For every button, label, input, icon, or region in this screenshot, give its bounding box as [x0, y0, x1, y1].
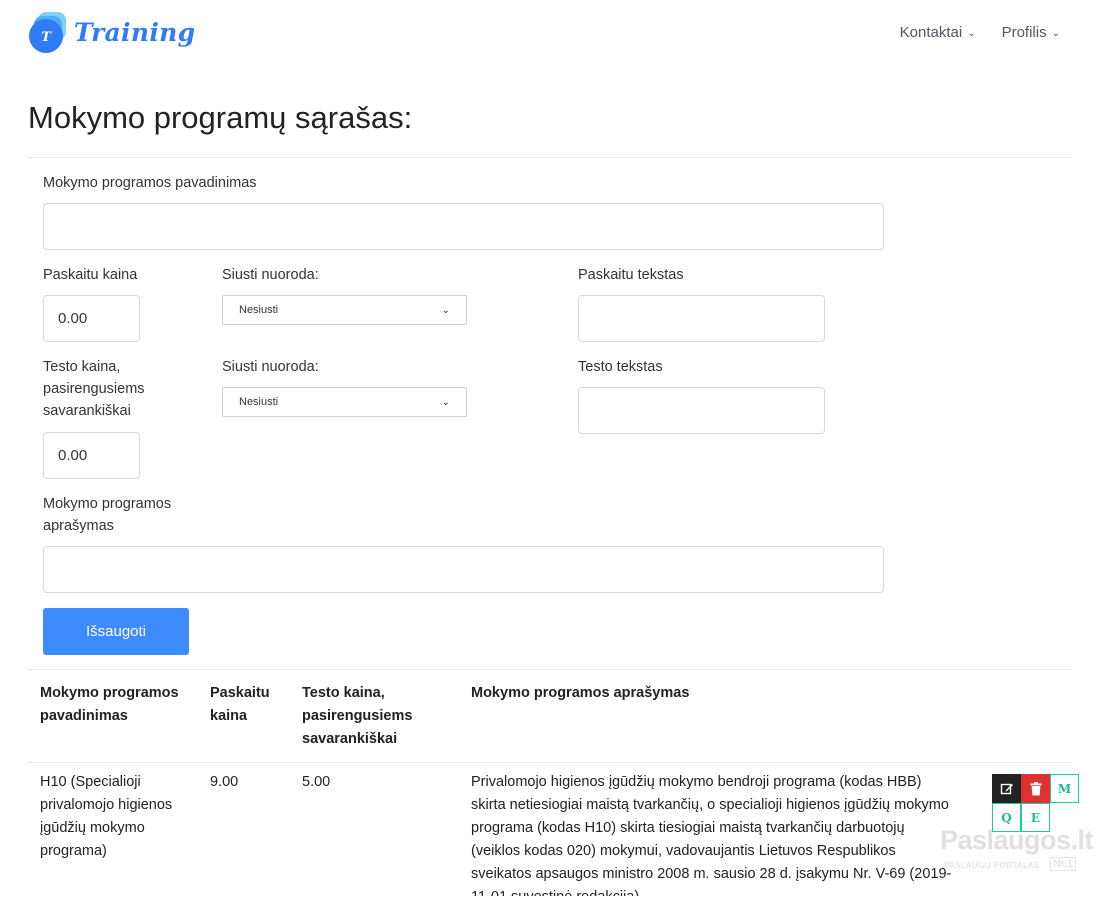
chevron-down-icon: ⌄ — [1051, 28, 1060, 39]
column-header-line: savarankiškai — [302, 731, 398, 747]
watermark-badge: Nr.1 — [1050, 857, 1077, 871]
column-header-line: Mokymo programos — [40, 685, 179, 701]
watermark-subtext: PASLAUGŲ PORTALAS — [944, 861, 1040, 870]
lecture-text-label: Paskaitu tekstas — [578, 267, 684, 283]
column-header-line: Paskaitu — [210, 685, 270, 701]
table-header-divider — [28, 762, 1072, 763]
cell-line: (veiklos kodas 020) mokymui, vadovaujant… — [471, 843, 896, 859]
lecture-price-label: Paskaitu kaina — [43, 267, 138, 283]
row-description-cell: Privalomojo higienos įgūdžių mokymo bend… — [471, 771, 981, 896]
test-price-label-line: pasirengusiems — [43, 381, 145, 397]
test-price-label-line: Testo kaina, — [43, 359, 121, 375]
column-header-line: pavadinimas — [40, 708, 128, 724]
send-link-select-1[interactable]: Nesiusti ⌄ — [222, 295, 467, 325]
cell-line: programa) — [40, 843, 107, 859]
divider — [28, 157, 1072, 158]
program-name-input[interactable] — [43, 203, 884, 250]
nav-kontaktai[interactable]: Kontaktai ⌄ — [900, 24, 976, 41]
save-button[interactable]: Išsaugoti — [43, 608, 189, 655]
chevron-down-icon: ⌄ — [441, 396, 450, 408]
send-link-select-1-value: Nesiusti — [239, 304, 279, 316]
logo-icon: T — [29, 12, 66, 53]
edit-button[interactable] — [992, 774, 1021, 803]
watermark-text: Paslaugos.lt — [940, 825, 1094, 855]
cell-line: skirta netiesiogiai maistą tvarkančių, o… — [471, 797, 949, 813]
edit-icon — [1000, 783, 1013, 794]
column-header-line: kaina — [210, 708, 248, 724]
brand-logo[interactable]: T Training — [28, 12, 195, 56]
description-label-line: Mokymo programos — [43, 496, 172, 512]
cell-line: sveikatos apsaugos ministro 2008 m. saus… — [471, 866, 952, 882]
column-header-test-price: Testo kaina, pasirengusiems savarankiška… — [302, 682, 412, 751]
send-link-label-1: Siusti nuoroda: — [222, 267, 319, 283]
send-link-select-2-value: Nesiusti — [239, 396, 279, 408]
column-header-description: Mokymo programos aprašymas — [471, 682, 689, 705]
cell-line: 11-01 suvestinė redakcija) — [471, 886, 981, 896]
logo-letter: T — [41, 30, 52, 45]
row-name-cell: H10 (Specialioji privalomojo higienos įg… — [40, 771, 172, 863]
test-price-input[interactable] — [43, 432, 140, 479]
chevron-down-icon: ⌄ — [967, 28, 976, 39]
trash-icon — [1030, 781, 1041, 795]
cell-line: H10 (Specialioji — [40, 774, 141, 790]
description-input[interactable] — [43, 546, 884, 593]
chevron-down-icon: ⌄ — [441, 304, 450, 316]
test-text-input[interactable] — [578, 387, 825, 434]
cell-line: privalomojo higienos — [40, 797, 173, 813]
lecture-text-input[interactable] — [578, 295, 825, 342]
test-text-label: Testo tekstas — [578, 359, 663, 375]
delete-button[interactable] — [1021, 774, 1050, 803]
test-price-label-line: savarankiškai — [43, 403, 131, 419]
test-price-label: Testo kaina, pasirengusiems savarankiška… — [43, 356, 145, 422]
column-header-line: pasirengusiems — [302, 708, 413, 724]
cell-line: įgūdžių mokymo — [40, 820, 145, 836]
divider — [28, 669, 1072, 670]
watermark: Paslaugos.lt PASLAUGŲ PORTALAS Nr.1 — [940, 825, 1094, 885]
nav-kontaktai-label: Kontaktai — [899, 24, 963, 41]
nav-profilis-label: Profilis — [1001, 24, 1047, 41]
program-name-label: Mokymo programos pavadinimas — [43, 175, 257, 191]
nav-profilis[interactable]: Profilis ⌄ — [1002, 24, 1060, 41]
m-action-button[interactable]: M — [1050, 774, 1079, 803]
description-label-line: aprašymas — [43, 518, 114, 534]
column-header-name: Mokymo programos pavadinimas — [40, 682, 179, 728]
lecture-price-input[interactable] — [43, 295, 140, 342]
row-lecture-price-cell: 9.00 — [210, 774, 239, 790]
column-header-line: Testo kaina, — [302, 685, 385, 701]
send-link-select-2[interactable]: Nesiusti ⌄ — [222, 387, 467, 417]
send-link-label-2: Siusti nuoroda: — [222, 359, 319, 375]
page-title: Mokymo programų sąrašas: — [28, 100, 413, 135]
logo-text: Training — [74, 18, 196, 47]
column-header-line: Mokymo programos aprašymas — [471, 685, 690, 701]
cell-line: Privalomojo higienos įgūdžių mokymo bend… — [471, 774, 922, 790]
description-label: Mokymo programos aprašymas — [43, 493, 171, 537]
cell-line: programa (kodas H10) skirta tiesiogiai m… — [471, 820, 905, 836]
column-header-lecture-price: Paskaitu kaina — [210, 682, 270, 728]
top-nav: Kontaktai ⌄ Profilis ⌄ — [900, 24, 1060, 41]
row-test-price-cell: 5.00 — [302, 774, 331, 790]
